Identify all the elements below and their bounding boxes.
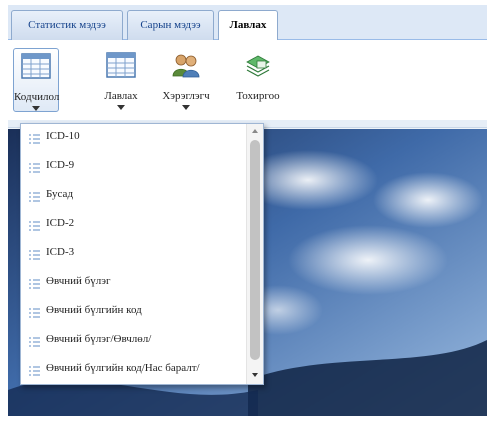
table-icon — [21, 53, 51, 79]
chevron-down-icon — [117, 105, 125, 110]
app-window: Статистик мэдээ Сарын мэдээ Лавлах Кодчи… — [8, 5, 487, 416]
settings-button[interactable]: Тохиргоо — [230, 48, 286, 112]
menu-item-label: Өвчний бүлэг/Өвчлөл/ — [46, 333, 152, 345]
reference-button[interactable]: Лавлах — [96, 48, 146, 112]
list-icon — [29, 277, 40, 289]
tab-strip: Статистик мэдээ Сарын мэдээ Лавлах — [8, 5, 487, 41]
list-icon — [29, 335, 40, 347]
chevron-down-icon — [182, 105, 190, 110]
menu-item-icd-2[interactable]: ICD-2 — [21, 213, 247, 237]
menu-item-disease-group-code-mortality[interactable]: Өвчний бүлгийн код/Нас баралт/ — [21, 358, 247, 382]
menu-item-label: Өвчний бүлгийн код — [46, 304, 142, 316]
dropdown-scrollbar[interactable] — [246, 124, 263, 384]
tab-label: Статистик мэдээ — [28, 19, 106, 31]
list-icon — [29, 364, 40, 376]
table-icon — [106, 52, 136, 78]
users-icon — [171, 52, 201, 78]
tab-label: Сарын мэдээ — [140, 19, 201, 31]
users-button[interactable]: Хэрэглэгч — [154, 48, 218, 112]
reference-button-label: Лавлах — [104, 90, 138, 102]
menu-item-label: ICD-2 — [46, 217, 75, 229]
menu-item-label: Бусад — [46, 188, 74, 200]
menu-item-icd-10[interactable]: ICD-10 — [21, 126, 247, 150]
menu-item-label: ICD-9 — [46, 159, 75, 171]
menu-item-disease-group-morbidity[interactable]: Өвчний бүлэг/Өвчлөл/ — [21, 329, 247, 353]
menu-item-label: ICD-3 — [46, 246, 75, 258]
menu-item-disease-group-code[interactable]: Өвчний бүлгийн код — [21, 300, 247, 324]
list-icon — [29, 161, 40, 173]
list-icon — [29, 219, 40, 231]
menu-item-disease-group[interactable]: Өвчний бүлэг — [21, 271, 247, 295]
coding-dropdown-menu: ICD-10 ICD-9 Бусад ICD-2 ICD-3 Өвчний бү… — [20, 123, 264, 385]
scroll-up-arrow-icon[interactable] — [252, 129, 258, 133]
menu-item-icd-3[interactable]: ICD-3 — [21, 242, 247, 266]
scrollbar-thumb[interactable] — [250, 140, 260, 360]
list-icon — [29, 132, 40, 144]
menu-item-other[interactable]: Бусад — [21, 184, 247, 208]
ribbon-toolbar: Кодчилол Лавлах Хэрэглэгч Тохиргоо — [8, 40, 487, 120]
tab-label: Лавлах — [229, 19, 267, 31]
coding-button-label: Кодчилол — [14, 91, 60, 103]
users-button-label: Хэрэглэгч — [162, 90, 210, 102]
menu-item-label: Өвчний бүлэг — [46, 275, 111, 287]
scroll-down-arrow-icon[interactable] — [252, 373, 258, 377]
settings-button-label: Тохиргоо — [236, 90, 280, 102]
list-icon — [29, 248, 40, 260]
menu-item-icd-9[interactable]: ICD-9 — [21, 155, 247, 179]
tab-statistics-report[interactable]: Статистик мэдээ — [11, 10, 123, 40]
chevron-down-icon — [32, 106, 40, 111]
menu-item-label: Өвчний бүлгийн код/Нас баралт/ — [46, 362, 200, 374]
tab-reference[interactable]: Лавлах — [218, 10, 278, 41]
list-icon — [29, 306, 40, 318]
list-icon — [29, 190, 40, 202]
menu-item-label: ICD-10 — [46, 130, 80, 142]
tab-monthly-report[interactable]: Сарын мэдээ — [127, 10, 214, 40]
coding-button[interactable]: Кодчилол — [13, 48, 59, 112]
settings-stack-icon — [243, 52, 273, 78]
